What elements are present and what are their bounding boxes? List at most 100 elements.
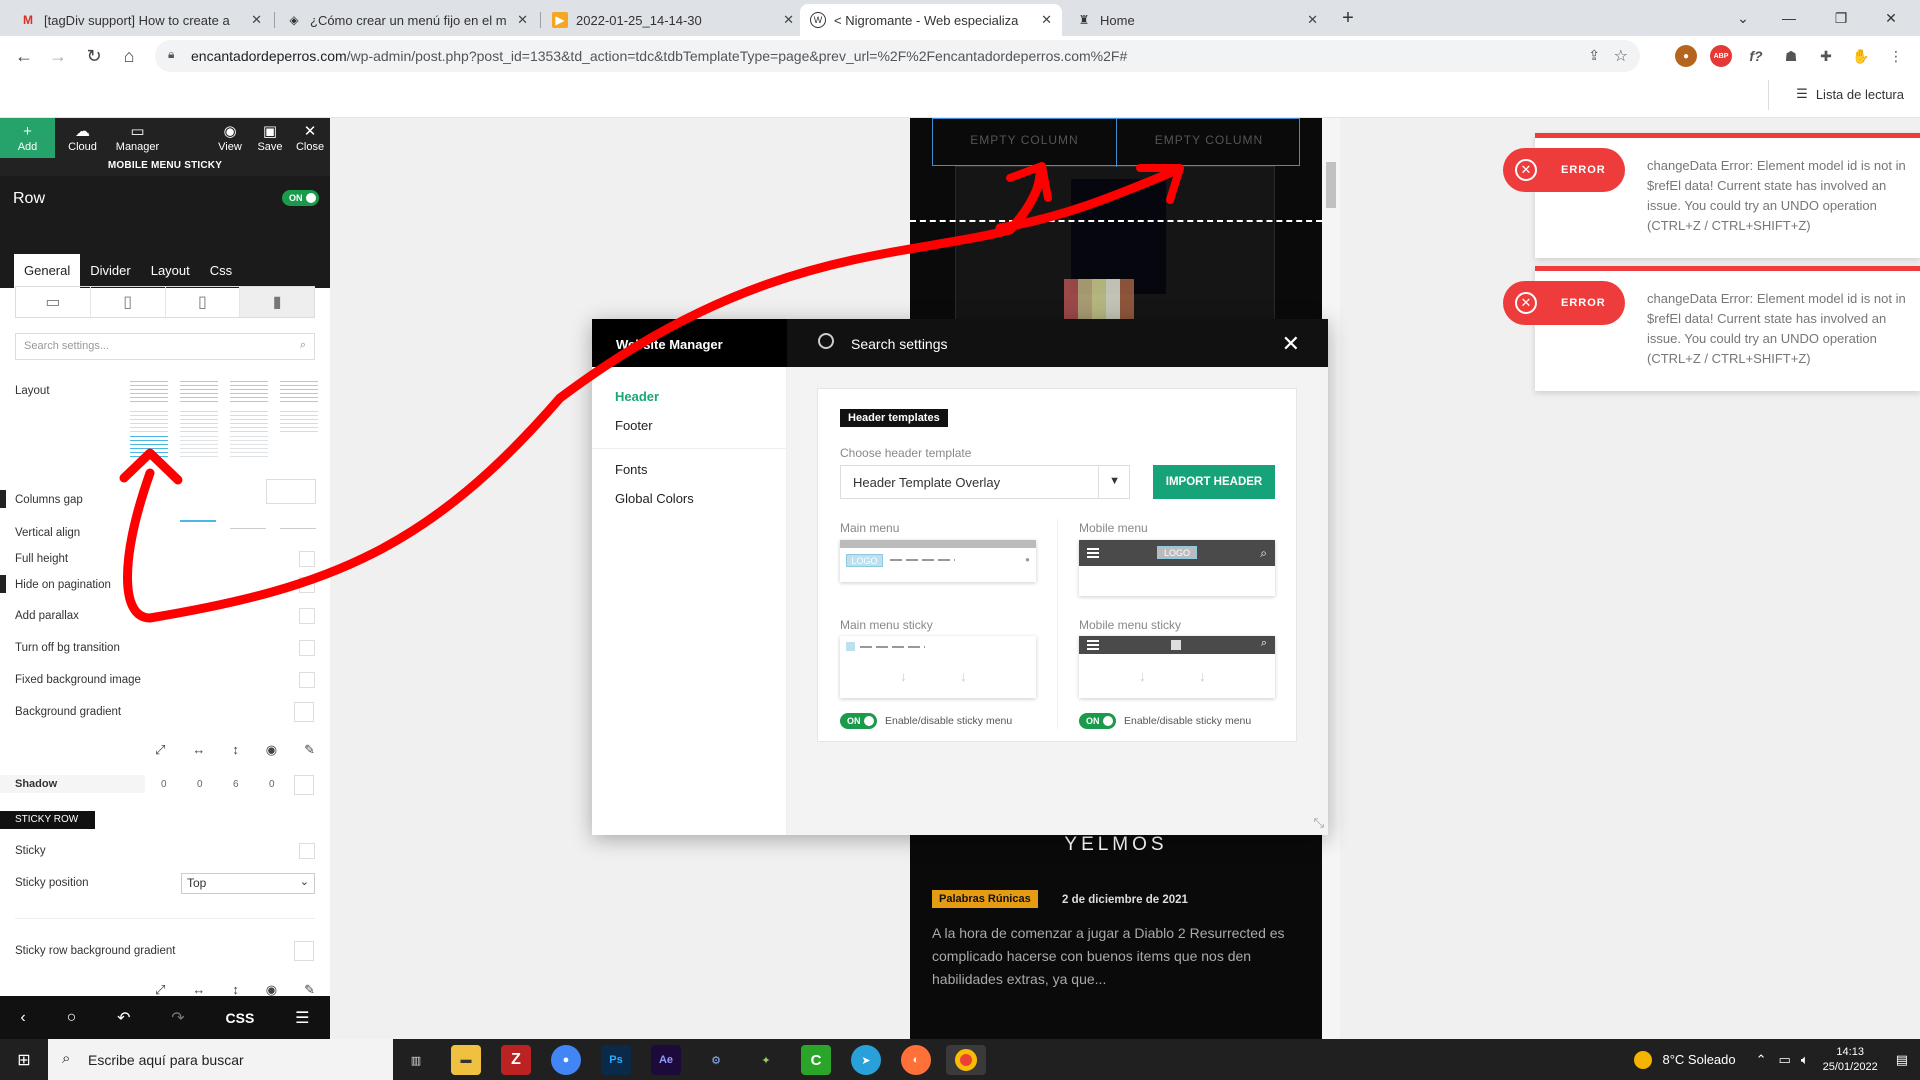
- windows-start-icon[interactable]: ⊞: [0, 1039, 48, 1080]
- layout-option[interactable]: [180, 436, 218, 458]
- mobile-sticky-toggle[interactable]: ON: [1079, 713, 1116, 729]
- adblock-icon[interactable]: ABP: [1710, 45, 1732, 67]
- row-toggle[interactable]: ON: [282, 190, 319, 206]
- list-icon[interactable]: ☰: [295, 1008, 309, 1028]
- main-menu-thumbnail[interactable]: LOGO ●: [840, 540, 1036, 582]
- category-tag[interactable]: Palabras Rúnicas: [932, 890, 1038, 908]
- restore-button[interactable]: ❐: [1818, 0, 1864, 36]
- tablet-landscape-icon[interactable]: ▯: [91, 287, 166, 317]
- network-icon[interactable]: ▭: [1779, 1052, 1791, 1068]
- mobile-menu-sticky-thumbnail[interactable]: ⌕ ↓ ↓: [1079, 636, 1275, 698]
- layout-option[interactable]: [180, 381, 218, 403]
- share-icon[interactable]: ⇪: [1588, 47, 1600, 64]
- error-badge[interactable]: ✕ ERROR: [1503, 281, 1625, 325]
- mobile-menu-thumbnail[interactable]: LOGO ⌕: [1079, 540, 1275, 596]
- resize-handle-icon[interactable]: ⤡: [1314, 815, 1324, 831]
- chrome-active-icon[interactable]: [946, 1045, 986, 1075]
- error-badge[interactable]: ✕ ERROR: [1503, 148, 1625, 192]
- nav-fonts[interactable]: Fonts: [615, 462, 648, 477]
- redo-icon[interactable]: ↷: [171, 1008, 184, 1028]
- file-explorer-icon[interactable]: ▬: [451, 1045, 481, 1075]
- taskbar-search-input[interactable]: ⌕ Escribe aquí para buscar: [48, 1039, 393, 1080]
- browser-tab[interactable]: ♜ Home ✕: [1066, 4, 1328, 36]
- empty-column[interactable]: EMPTY COLUMN: [1117, 119, 1301, 167]
- close-tab-icon[interactable]: ✕: [517, 12, 528, 28]
- tab-css[interactable]: Css: [200, 254, 242, 288]
- reading-list-button[interactable]: ☰ Lista de lectura: [1796, 86, 1904, 102]
- weather-widget[interactable]: 8°C Soleado: [1662, 1052, 1735, 1067]
- layout-option[interactable]: [130, 381, 168, 403]
- sticky-checkbox[interactable]: [299, 843, 315, 859]
- close-tab-icon[interactable]: ✕: [251, 12, 262, 28]
- full-height-checkbox[interactable]: [299, 551, 315, 567]
- firefox-icon[interactable]: ◐: [901, 1045, 931, 1075]
- home-button[interactable]: ⌂: [117, 44, 141, 68]
- undo-icon[interactable]: ↶: [117, 1008, 130, 1028]
- css-button[interactable]: CSS: [226, 1010, 255, 1026]
- minimize-button[interactable]: —: [1766, 0, 1812, 36]
- extension-icon[interactable]: ☗: [1780, 45, 1802, 67]
- forward-button[interactable]: →: [46, 44, 70, 68]
- tab-general[interactable]: General: [14, 254, 81, 288]
- nav-global-colors[interactable]: Global Colors: [615, 491, 694, 506]
- desktop-icon[interactable]: ▭: [16, 287, 91, 317]
- back-button[interactable]: ←: [12, 44, 36, 68]
- expand-icon[interactable]: ⤢: [155, 742, 165, 758]
- manager-button[interactable]: ▭ Manager: [110, 118, 165, 158]
- view-button[interactable]: ◉ View: [210, 118, 250, 158]
- nav-footer[interactable]: Footer: [615, 418, 653, 433]
- browser-tab[interactable]: M [tagDiv support] How to create a ✕: [10, 4, 272, 36]
- turn-off-bg-checkbox[interactable]: [299, 640, 315, 656]
- circle-icon[interactable]: ○: [67, 1009, 77, 1027]
- tray-chevron-icon[interactable]: ⌃: [1756, 1052, 1767, 1068]
- chrome-icon[interactable]: ●: [551, 1045, 581, 1075]
- url-bar[interactable]: 🔒︎ encantadordeperros.com/wp-admin/post.…: [155, 40, 1640, 72]
- align-bottom-option[interactable]: [280, 528, 316, 529]
- empty-column[interactable]: EMPTY COLUMN: [933, 119, 1117, 167]
- layout-option[interactable]: [280, 381, 318, 403]
- layout-option[interactable]: [180, 411, 218, 433]
- notifications-icon[interactable]: ▤: [1896, 1052, 1908, 1068]
- tab-divider[interactable]: Divider: [80, 254, 140, 288]
- camtasia-icon[interactable]: C: [801, 1045, 831, 1075]
- bg-gradient-picker[interactable]: [294, 702, 314, 722]
- bookmark-star-icon[interactable]: ☆: [1614, 46, 1628, 66]
- volume-icon[interactable]: 🔈︎: [1801, 1052, 1809, 1068]
- color-picker-icon[interactable]: ✎: [304, 742, 315, 758]
- sticky-position-select[interactable]: Top ⌄: [181, 873, 315, 894]
- browser-tab-active[interactable]: W < Nigromante - Web especializa ✕: [800, 4, 1062, 36]
- tab-layout[interactable]: Layout: [141, 254, 200, 288]
- main-sticky-toggle[interactable]: ON: [840, 713, 877, 729]
- blur-icon[interactable]: ◉: [266, 742, 277, 758]
- layout-option-selected[interactable]: [130, 436, 168, 458]
- back-icon[interactable]: ‹: [20, 1009, 25, 1027]
- close-button[interactable]: ✕ Close: [290, 118, 330, 158]
- shadow-spread-value[interactable]: 0: [269, 779, 275, 790]
- cloud-button[interactable]: ☁ Cloud: [55, 118, 110, 158]
- columns-gap-input[interactable]: [266, 479, 316, 504]
- photoshop-icon[interactable]: Ps: [601, 1045, 631, 1075]
- save-button[interactable]: ▣ Save: [250, 118, 290, 158]
- puzzle-extensions-icon[interactable]: ✚: [1815, 45, 1837, 67]
- window-close-button[interactable]: ✕: [1868, 0, 1914, 36]
- network-app-icon[interactable]: ⚙: [701, 1045, 731, 1075]
- shadow-x-value[interactable]: 0: [161, 779, 167, 790]
- align-middle-option[interactable]: [230, 528, 266, 529]
- layout-option[interactable]: [230, 411, 268, 433]
- settings-search-input[interactable]: Search settings... ⌕: [15, 333, 315, 360]
- add-parallax-checkbox[interactable]: [299, 608, 315, 624]
- align-top-option[interactable]: [180, 520, 216, 534]
- tab-search-chevron-icon[interactable]: ⌄: [1720, 0, 1766, 36]
- shadow-color-picker[interactable]: [294, 775, 314, 795]
- sticky-gradient-picker[interactable]: [294, 941, 314, 961]
- import-header-button[interactable]: IMPORT HEADER: [1153, 465, 1275, 499]
- filezilla-icon[interactable]: Z: [501, 1045, 531, 1075]
- layout-option[interactable]: [230, 436, 268, 458]
- shadow-blur-value[interactable]: 6: [233, 779, 239, 790]
- close-tab-icon[interactable]: ✕: [1041, 12, 1052, 28]
- reload-button[interactable]: ↻: [82, 44, 106, 68]
- shadow-y-value[interactable]: 0: [197, 779, 203, 790]
- task-view-icon[interactable]: ▥: [401, 1045, 431, 1075]
- horizontal-arrow-icon[interactable]: ↔: [192, 742, 205, 758]
- close-tab-icon[interactable]: ✕: [1307, 12, 1318, 28]
